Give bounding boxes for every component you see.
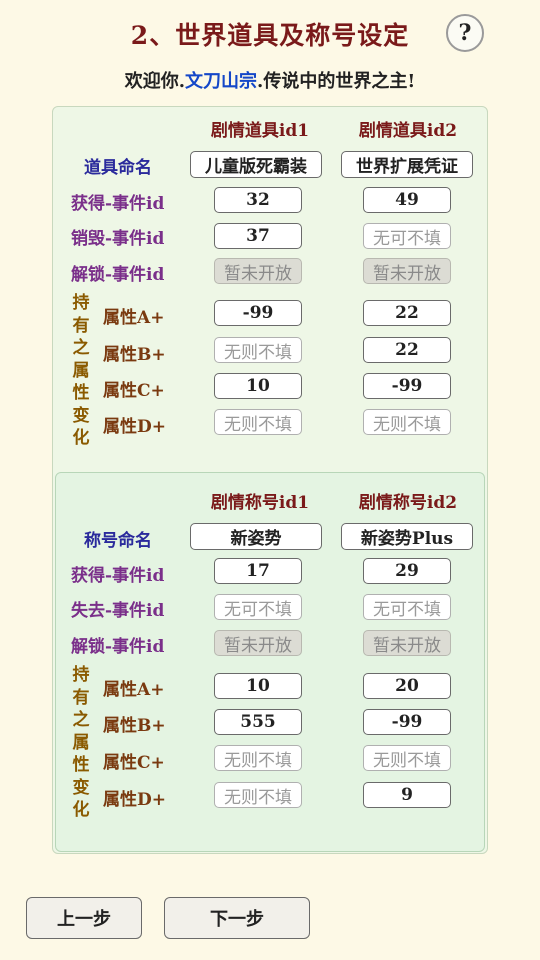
title-gain-input-2[interactable]: 29 xyxy=(363,558,451,584)
titles-col2-header: 剧情称号id2 xyxy=(358,493,458,513)
title-attrC-input-1[interactable]: 无则不填 xyxy=(214,745,302,771)
title-name-label: 称号命名 xyxy=(84,531,152,551)
title-gain-input-1[interactable]: 17 xyxy=(214,558,302,584)
prev-step-button[interactable]: 上一步 xyxy=(26,897,142,939)
item-destroy-input-1[interactable]: 37 xyxy=(214,223,302,249)
hold-char: 有 xyxy=(72,687,90,708)
title-unlock-input-2: 暂未开放 xyxy=(363,630,451,656)
hold-char: 属 xyxy=(72,360,90,381)
item-attrA-label: 属性A+ xyxy=(103,308,165,328)
help-button[interactable]: ? xyxy=(446,14,484,52)
titles-col1-header: 剧情称号id1 xyxy=(210,493,310,513)
title-attrA-input-2[interactable]: 20 xyxy=(363,673,451,699)
item-attrC-input-1[interactable]: 10 xyxy=(214,373,302,399)
welcome-suffix: .传说中的世界之主! xyxy=(257,71,416,92)
title-attrC-input-2[interactable]: 无则不填 xyxy=(363,745,451,771)
title-gain-label: 获得-事件id xyxy=(71,566,165,586)
item-attrA-input-1[interactable]: -99 xyxy=(214,300,302,326)
title-lose-label: 失去-事件id xyxy=(71,601,165,621)
item-attrD-label: 属性D+ xyxy=(103,417,166,437)
items-col2-header: 剧情道具id2 xyxy=(358,121,458,141)
hold-char: 性 xyxy=(72,383,90,403)
welcome-prefix: 欢迎你. xyxy=(124,71,186,92)
hold-char: 有 xyxy=(72,315,90,336)
hold-char: 持 xyxy=(72,293,90,313)
hold-char: 之 xyxy=(72,338,90,358)
hold-char: 化 xyxy=(72,800,90,820)
titles-hold-attr-vertical-label: 持 有 之 属 性 变 化 xyxy=(71,664,91,822)
title-name-input-2[interactable]: 新姿势Plus xyxy=(341,523,473,550)
item-destroy-input-2[interactable]: 无可不填 xyxy=(363,223,451,249)
hold-char: 性 xyxy=(72,755,90,775)
item-attrD-input-1[interactable]: 无则不填 xyxy=(214,409,302,435)
item-attrB-input-2[interactable]: 22 xyxy=(363,337,451,363)
title-attrA-label: 属性A+ xyxy=(103,680,165,700)
title-lose-input-2[interactable]: 无可不填 xyxy=(363,594,451,620)
item-name-input-1[interactable]: 儿童版死霸装 xyxy=(190,151,322,178)
welcome-message: 欢迎你.文刀山宗.传说中的世界之主! xyxy=(0,67,540,93)
hold-char: 持 xyxy=(72,665,90,685)
hold-char: 变 xyxy=(72,777,90,798)
item-attrD-input-2[interactable]: 无则不填 xyxy=(363,409,451,435)
item-destroy-label: 销毁-事件id xyxy=(71,229,165,249)
title-unlock-input-1: 暂未开放 xyxy=(214,630,302,656)
title-attrB-input-2[interactable]: -99 xyxy=(363,709,451,735)
title-name-input-1[interactable]: 新姿势 xyxy=(190,523,322,550)
hold-char: 之 xyxy=(72,710,90,730)
title-attrD-label: 属性D+ xyxy=(103,790,166,810)
hold-char: 变 xyxy=(72,405,90,426)
item-gain-input-1[interactable]: 32 xyxy=(214,187,302,213)
item-attrC-label: 属性C+ xyxy=(103,381,165,401)
hold-char: 化 xyxy=(72,428,90,448)
title-attrA-input-1[interactable]: 10 xyxy=(214,673,302,699)
hold-char: 属 xyxy=(72,732,90,753)
next-step-button[interactable]: 下一步 xyxy=(164,897,310,939)
item-gain-input-2[interactable]: 49 xyxy=(363,187,451,213)
title-attrD-input-1[interactable]: 无则不填 xyxy=(214,782,302,808)
items-col1-header: 剧情道具id1 xyxy=(210,121,310,141)
item-name-label: 道具命名 xyxy=(84,158,152,178)
item-gain-label: 获得-事件id xyxy=(71,194,165,214)
welcome-user-name: 文刀山宗 xyxy=(185,71,258,92)
title-unlock-label: 解锁-事件id xyxy=(71,637,165,657)
title-lose-input-1[interactable]: 无可不填 xyxy=(214,594,302,620)
title-attrD-input-2[interactable]: 9 xyxy=(363,782,451,808)
item-attrC-input-2[interactable]: -99 xyxy=(363,373,451,399)
item-attrB-input-1[interactable]: 无则不填 xyxy=(214,337,302,363)
item-attrB-label: 属性B+ xyxy=(103,345,166,365)
item-name-input-2[interactable]: 世界扩展凭证 xyxy=(341,151,473,178)
item-attrA-input-2[interactable]: 22 xyxy=(363,300,451,326)
title-attrB-input-1[interactable]: 555 xyxy=(214,709,302,735)
items-hold-attr-vertical-label: 持 有 之 属 性 变 化 xyxy=(71,292,91,450)
item-unlock-input-2: 暂未开放 xyxy=(363,258,451,284)
title-attrC-label: 属性C+ xyxy=(103,753,165,773)
item-unlock-input-1: 暂未开放 xyxy=(214,258,302,284)
title-attrB-label: 属性B+ xyxy=(103,716,166,736)
item-unlock-label: 解锁-事件id xyxy=(71,265,165,285)
